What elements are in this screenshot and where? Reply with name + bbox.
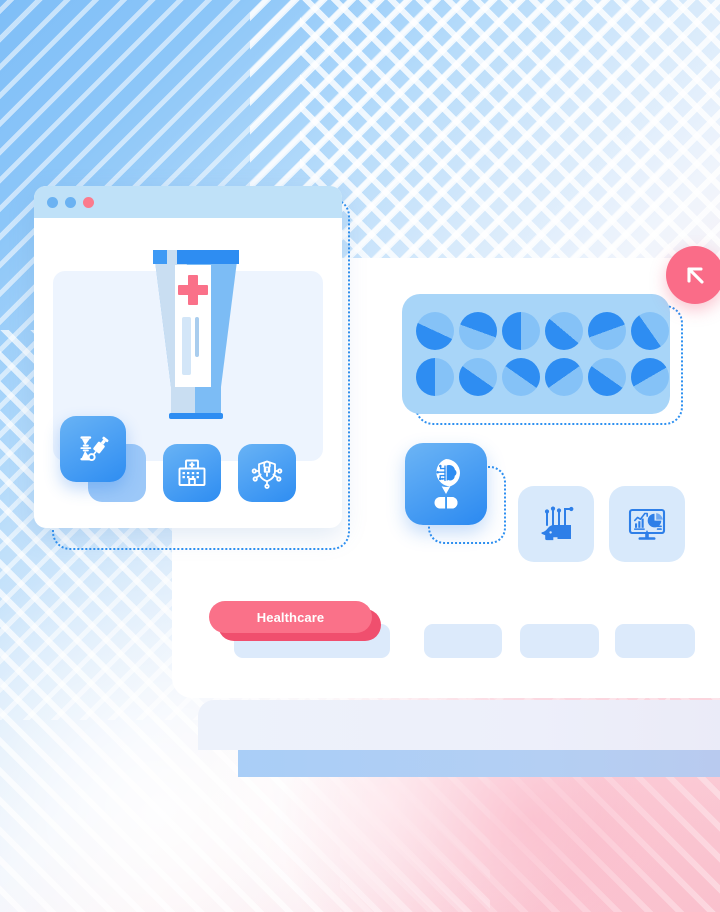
pill-capsule[interactable] bbox=[502, 312, 540, 350]
pill-capsule[interactable] bbox=[416, 312, 454, 350]
tile-dna-research[interactable] bbox=[60, 416, 126, 482]
placeholder-bar-4 bbox=[615, 624, 695, 658]
placeholder-bar-2 bbox=[424, 624, 502, 658]
tag-healthcare[interactable]: Healthcare bbox=[209, 601, 372, 633]
hospital-icon bbox=[178, 459, 206, 486]
placeholder-bar-3 bbox=[520, 624, 599, 658]
pill-capsule[interactable] bbox=[545, 312, 583, 350]
dna-syringe-icon bbox=[80, 436, 109, 462]
window-dot-close[interactable] bbox=[83, 196, 94, 208]
illustration-stage: Healthcare bbox=[0, 0, 720, 912]
medicine-tube-icon bbox=[153, 250, 239, 419]
monitor-chart-icon bbox=[628, 508, 666, 540]
pill-capsule[interactable] bbox=[588, 358, 626, 396]
pill-blister-pack[interactable] bbox=[402, 294, 670, 414]
window-titlebar bbox=[34, 186, 342, 218]
pill-capsule[interactable] bbox=[631, 312, 669, 350]
tile-data-security[interactable] bbox=[238, 444, 296, 502]
arrow-up-left-icon bbox=[687, 267, 704, 284]
shield-lock-network-icon bbox=[251, 460, 283, 489]
pill-capsule[interactable] bbox=[588, 312, 626, 350]
tile-hospital[interactable] bbox=[163, 444, 221, 502]
tile-ai-medicine[interactable] bbox=[405, 443, 487, 525]
card-stack-layer-lavender bbox=[198, 700, 720, 750]
window-dot-maximize[interactable] bbox=[65, 196, 76, 208]
pill-capsule[interactable] bbox=[459, 358, 497, 396]
neural-head-icon bbox=[541, 506, 574, 541]
pill-capsule[interactable] bbox=[502, 358, 540, 396]
window-dot-minimize[interactable] bbox=[47, 196, 58, 208]
medicine-tube bbox=[141, 245, 251, 423]
pill-capsule[interactable] bbox=[459, 312, 497, 350]
tile-neuro-tech[interactable] bbox=[518, 486, 594, 562]
pill-capsule[interactable] bbox=[631, 358, 669, 396]
pill-capsule[interactable] bbox=[416, 358, 454, 396]
ai-brain-pill-icon bbox=[434, 459, 460, 509]
tile-analytics[interactable] bbox=[609, 486, 685, 562]
cursor-arrow-badge[interactable] bbox=[666, 246, 720, 304]
pill-capsule[interactable] bbox=[545, 358, 583, 396]
